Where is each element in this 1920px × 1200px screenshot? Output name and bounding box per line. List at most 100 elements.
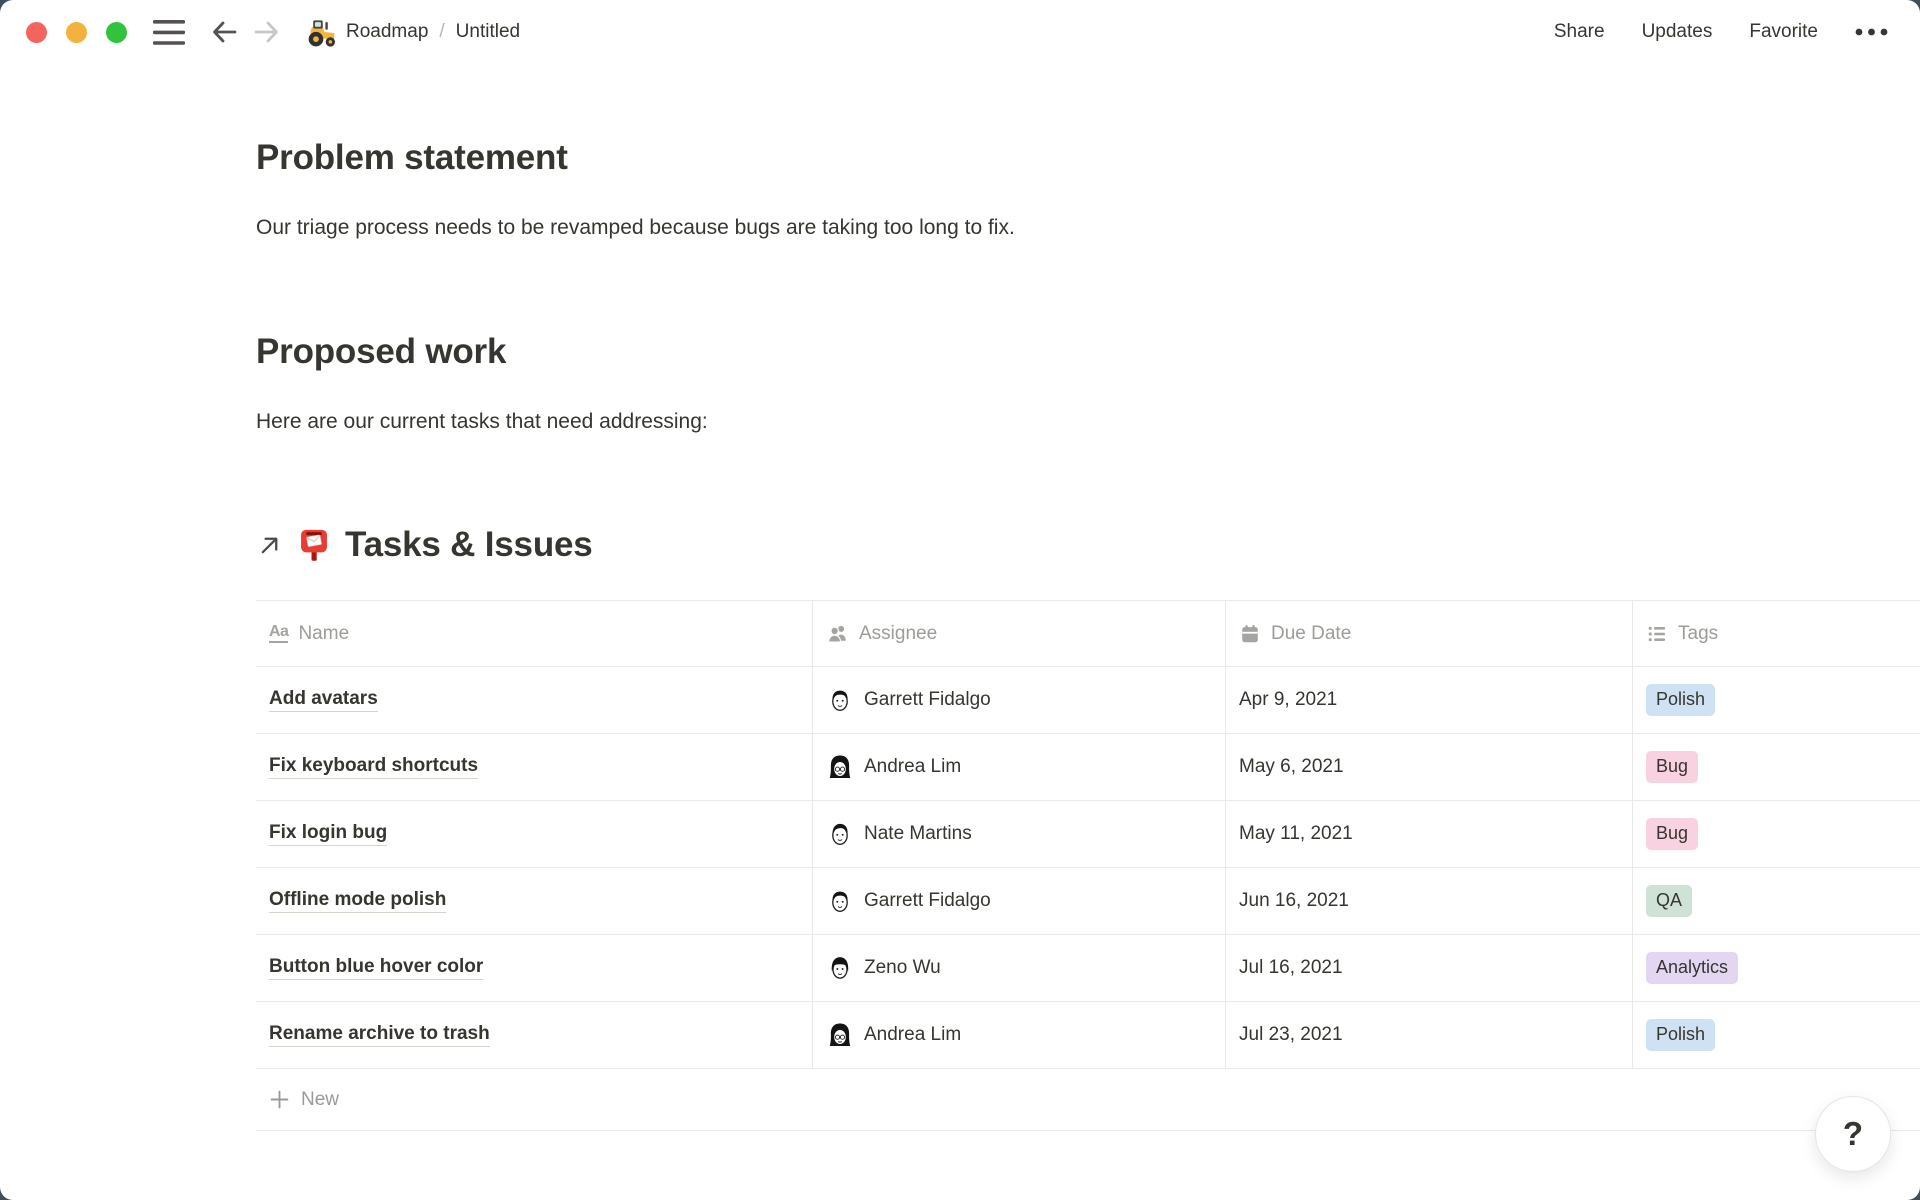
tags-cell[interactable]: Bug bbox=[1632, 801, 1920, 867]
maximize-window-button[interactable] bbox=[106, 22, 127, 43]
due-date-cell[interactable]: May 11, 2021 bbox=[1225, 801, 1632, 867]
tags-cell[interactable]: Analytics bbox=[1632, 935, 1920, 1001]
sidebar-menu-button[interactable] bbox=[153, 18, 185, 47]
due-date-cell[interactable]: May 6, 2021 bbox=[1225, 734, 1632, 800]
tasks-table: Aa Name Assignee bbox=[256, 600, 1920, 1131]
question-mark-icon: ? bbox=[1843, 1115, 1863, 1153]
avatar bbox=[826, 820, 854, 848]
plus-icon bbox=[269, 1089, 290, 1110]
tractor-icon bbox=[306, 17, 337, 48]
calendar-icon bbox=[1239, 623, 1261, 645]
name-cell[interactable]: Fix login bug bbox=[256, 801, 812, 867]
tag-badge: Bug bbox=[1646, 751, 1698, 783]
help-button[interactable]: ? bbox=[1815, 1096, 1891, 1172]
task-name-link[interactable]: Add avatars bbox=[269, 688, 378, 712]
database-title[interactable]: Tasks & Issues bbox=[345, 525, 593, 565]
due-date: Jul 16, 2021 bbox=[1239, 957, 1343, 979]
column-header-assignee[interactable]: Assignee bbox=[812, 601, 1225, 666]
avatar bbox=[826, 954, 854, 982]
task-name-link[interactable]: Offline mode polish bbox=[269, 889, 446, 913]
name-cell[interactable]: Rename archive to trash bbox=[256, 1002, 812, 1068]
assignee-cell[interactable]: Andrea Lim bbox=[812, 1002, 1225, 1068]
name-cell[interactable]: Button blue hover color bbox=[256, 935, 812, 1001]
breadcrumb-current-page[interactable]: Untitled bbox=[456, 21, 520, 43]
task-name-link[interactable]: Fix login bug bbox=[269, 822, 387, 846]
name-cell[interactable]: Add avatars bbox=[256, 667, 812, 733]
column-header-due-date[interactable]: Due Date bbox=[1225, 601, 1632, 666]
tag-badge: Bug bbox=[1646, 818, 1698, 850]
tag-badge: Analytics bbox=[1646, 952, 1738, 984]
breadcrumb-separator: / bbox=[439, 21, 444, 43]
assignee-name: Andrea Lim bbox=[864, 1024, 961, 1046]
avatar bbox=[826, 753, 854, 781]
mailbox-icon bbox=[296, 527, 332, 563]
assignee-cell[interactable]: Andrea Lim bbox=[812, 734, 1225, 800]
task-name-link[interactable]: Rename archive to trash bbox=[269, 1023, 490, 1047]
assignee-name: Nate Martins bbox=[864, 823, 972, 845]
assignee-cell[interactable]: Garrett Fidalgo bbox=[812, 667, 1225, 733]
new-row-button[interactable]: New bbox=[256, 1069, 1920, 1131]
column-header-name[interactable]: Aa Name bbox=[256, 601, 812, 666]
tags-cell[interactable]: Bug bbox=[1632, 734, 1920, 800]
table-header-row: Aa Name Assignee bbox=[256, 600, 1920, 667]
avatar bbox=[826, 887, 854, 915]
breadcrumb-root-page[interactable]: Roadmap bbox=[346, 21, 428, 43]
people-icon bbox=[826, 622, 849, 645]
navigate-back-button[interactable] bbox=[212, 20, 237, 44]
heading-proposed-work[interactable]: Proposed work bbox=[256, 330, 1920, 374]
due-date: May 11, 2021 bbox=[1239, 823, 1353, 845]
navigate-forward-button[interactable] bbox=[254, 20, 279, 44]
assignee-name: Garrett Fidalgo bbox=[864, 890, 991, 912]
due-date: Jun 16, 2021 bbox=[1239, 890, 1349, 912]
breadcrumb: Roadmap / Untitled bbox=[306, 17, 520, 48]
hamburger-icon bbox=[153, 18, 185, 47]
table-row[interactable]: Button blue hover color Zeno Wu Jul 16, … bbox=[256, 935, 1920, 1002]
paragraph-problem-statement[interactable]: Our triage process needs to be revamped … bbox=[256, 214, 1920, 242]
table-row[interactable]: Fix keyboard shortcuts Andrea Lim May 6,… bbox=[256, 734, 1920, 801]
list-icon bbox=[1646, 623, 1668, 645]
name-cell[interactable]: Offline mode polish bbox=[256, 868, 812, 934]
due-date-cell[interactable]: Jun 16, 2021 bbox=[1225, 868, 1632, 934]
assignee-name: Zeno Wu bbox=[864, 957, 941, 979]
tag-badge: Polish bbox=[1646, 1019, 1715, 1051]
column-header-tags[interactable]: Tags bbox=[1632, 601, 1920, 666]
tags-cell[interactable]: Polish bbox=[1632, 667, 1920, 733]
table-row[interactable]: Add avatars Garrett Fidalgo Apr 9, 2021 … bbox=[256, 667, 1920, 734]
arrow-right-icon bbox=[254, 20, 279, 44]
task-name-link[interactable]: Fix keyboard shortcuts bbox=[269, 755, 478, 779]
tag-badge: Polish bbox=[1646, 684, 1715, 716]
table-row[interactable]: Rename archive to trash Andrea Lim Jul 2… bbox=[256, 1002, 1920, 1069]
due-date-cell[interactable]: Jul 23, 2021 bbox=[1225, 1002, 1632, 1068]
tags-cell[interactable]: Polish bbox=[1632, 1002, 1920, 1068]
minimize-window-button[interactable] bbox=[66, 22, 87, 43]
traffic-lights bbox=[26, 22, 127, 43]
paragraph-proposed-work[interactable]: Here are our current tasks that need add… bbox=[256, 408, 1920, 436]
table-row[interactable]: Fix login bug Nate Martins May 11, 2021 … bbox=[256, 801, 1920, 868]
tag-badge: QA bbox=[1646, 885, 1692, 917]
assignee-name: Andrea Lim bbox=[864, 756, 961, 778]
favorite-button[interactable]: Favorite bbox=[1749, 21, 1818, 43]
more-options-button[interactable] bbox=[1855, 28, 1888, 36]
task-name-link[interactable]: Button blue hover color bbox=[269, 956, 483, 980]
avatar bbox=[826, 1021, 854, 1049]
close-window-button[interactable] bbox=[26, 22, 47, 43]
due-date: Apr 9, 2021 bbox=[1239, 689, 1337, 711]
assignee-cell[interactable]: Nate Martins bbox=[812, 801, 1225, 867]
due-date: Jul 23, 2021 bbox=[1239, 1024, 1343, 1046]
arrow-north-east-icon bbox=[256, 532, 283, 559]
due-date-cell[interactable]: Jul 16, 2021 bbox=[1225, 935, 1632, 1001]
assignee-cell[interactable]: Garrett Fidalgo bbox=[812, 868, 1225, 934]
tags-cell[interactable]: QA bbox=[1632, 868, 1920, 934]
ellipsis-icon bbox=[1855, 28, 1888, 36]
heading-problem-statement[interactable]: Problem statement bbox=[256, 136, 1920, 180]
page-content: Problem statement Our triage process nee… bbox=[0, 136, 1920, 1131]
share-button[interactable]: Share bbox=[1554, 21, 1605, 43]
table-row[interactable]: Offline mode polish Garrett Fidalgo Jun … bbox=[256, 868, 1920, 935]
name-cell[interactable]: Fix keyboard shortcuts bbox=[256, 734, 812, 800]
assignee-cell[interactable]: Zeno Wu bbox=[812, 935, 1225, 1001]
assignee-name: Garrett Fidalgo bbox=[864, 689, 991, 711]
due-date-cell[interactable]: Apr 9, 2021 bbox=[1225, 667, 1632, 733]
updates-button[interactable]: Updates bbox=[1642, 21, 1713, 43]
linked-database-header: Tasks & Issues bbox=[256, 522, 1920, 568]
due-date: May 6, 2021 bbox=[1239, 756, 1344, 778]
